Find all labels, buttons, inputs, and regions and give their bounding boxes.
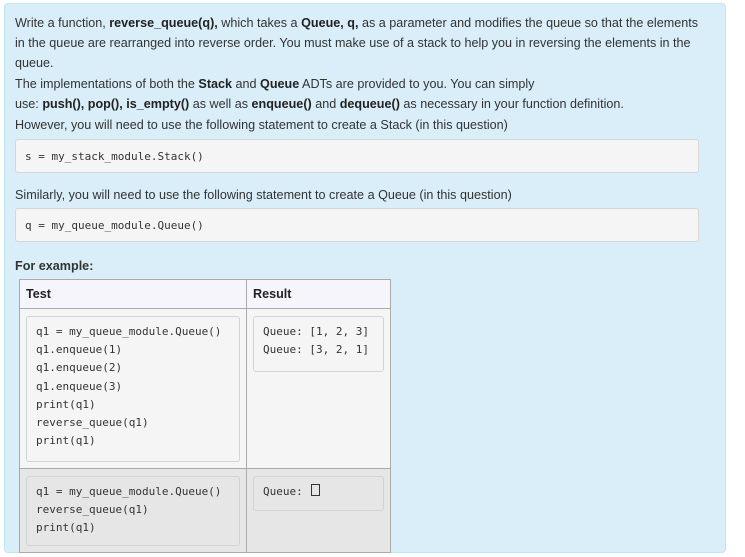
code-line: q1.enqueue(1) [36, 343, 123, 357]
column-header-result: Result [246, 279, 391, 309]
code-line: print(q1) [36, 521, 96, 535]
column-header-test: Test [19, 279, 247, 309]
example-table: Test Result q1 = my_queue_module.Queue()… [19, 279, 391, 553]
stack-term: Stack [198, 77, 233, 91]
function-name: reverse_queue(q), [109, 16, 218, 30]
question-intro-paragraph: Write a function, reverse_queue(q), whic… [15, 13, 705, 73]
queue-instruction: Similarly, you will need to use the foll… [15, 188, 512, 202]
result-cell: Queue: [1, 2, 3] Queue: [3, 2, 1] [246, 308, 391, 469]
result-cell: Queue: [246, 468, 391, 553]
text: The implementations of both the [15, 77, 199, 91]
test-code: q1 = my_queue_module.Queue() reverse_queu… [26, 476, 240, 546]
output-text: Queue: [263, 485, 310, 498]
code-line: print(q1) [36, 434, 96, 448]
code-line: reverse_queue(q1) [36, 503, 149, 517]
text: and [232, 77, 261, 91]
test-cell: q1 = my_queue_module.Queue() reverse_queu… [19, 468, 247, 553]
dequeue-method: dequeue() [339, 97, 400, 111]
stack-methods: push(), pop(), is_empty() [42, 97, 190, 111]
result-output: Queue: [253, 476, 384, 511]
text: as necessary in your function definition… [399, 97, 624, 111]
stack-code-block: s = my_stack_module.Stack() [15, 139, 699, 173]
enqueue-method: enqueue() [251, 97, 312, 111]
text: ADTs are provided to you. You can simply [299, 77, 535, 91]
code-line: print(q1) [36, 397, 96, 411]
adt-paragraph: The implementations of both the Stack an… [15, 74, 705, 114]
output-line: Queue: [3, 2, 1] [263, 343, 369, 357]
empty-list-box-icon [311, 484, 321, 496]
question-text-panel: Write a function, reverse_queue(q), whic… [4, 3, 726, 553]
code-line: q1 = my_queue_module.Queue() [36, 485, 222, 498]
code-line: q1.enqueue(2) [36, 361, 123, 375]
output-line: Queue: [1, 2, 3] [263, 325, 369, 338]
test-code: q1 = my_queue_module.Queue() q1.enqueue(1… [26, 316, 240, 462]
parameter-name: Queue, q, [301, 16, 359, 30]
text: and [311, 97, 340, 111]
example-heading: For example: [15, 259, 94, 273]
text: as well as [189, 97, 252, 111]
test-cell: q1 = my_queue_module.Queue() q1.enqueue(1… [19, 308, 247, 469]
queue-code-block: q = my_queue_module.Queue() [15, 208, 699, 242]
table-row: q1 = my_queue_module.Queue() reverse_queu… [19, 468, 391, 553]
table-row: q1 = my_queue_module.Queue() q1.enqueue(1… [19, 308, 391, 469]
text: which takes a [217, 16, 302, 30]
queue-term: Queue [260, 77, 300, 91]
text: Write a function, [15, 16, 110, 30]
output-line: Queue: [263, 483, 383, 501]
table-header-row: Test Result [19, 279, 391, 309]
code-line: reverse_queue(q1) [36, 415, 149, 429]
code-line: q1 = my_queue_module.Queue() [36, 325, 222, 338]
stack-instruction: However, you will need to use the follow… [15, 118, 508, 132]
code-line: q1.enqueue(3) [36, 379, 123, 393]
result-output: Queue: [1, 2, 3] Queue: [3, 2, 1] [253, 316, 384, 372]
text: use: [15, 97, 43, 111]
